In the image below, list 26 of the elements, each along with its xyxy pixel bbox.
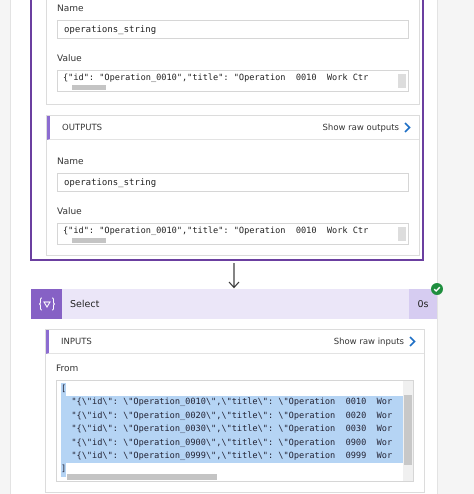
braces-filter-icon (31, 289, 62, 319)
show-raw-link[interactable]: Show raw inputs (334, 336, 416, 347)
text-field[interactable]: operations_string (57, 20, 409, 39)
text-field[interactable]: {"id": "Operation_0010","title": "Operation 0010 Work Ctr (57, 70, 409, 92)
scrollbar-thumb[interactable] (67, 474, 217, 480)
section-title: OUTPUTS (62, 122, 102, 132)
action-header[interactable]: Select 0s (31, 289, 437, 319)
action-title: Select (69, 298, 100, 312)
down-arrow-icon (228, 263, 240, 289)
text-area[interactable] (56, 380, 414, 482)
chevron-right-icon (404, 122, 411, 133)
chevron-right-icon (409, 336, 416, 347)
section-title: INPUTS (61, 336, 92, 346)
show-raw-link[interactable]: Show raw outputs (322, 122, 411, 133)
scrollbar-thumb[interactable] (72, 238, 106, 243)
field-label: From (56, 364, 80, 374)
text-field[interactable]: operations_string (57, 173, 409, 192)
scrollbar-thumb[interactable] (404, 395, 412, 465)
scrollbar-thumb[interactable] (72, 85, 106, 90)
text-field[interactable]: {"id": "Operation_0010","title": "Operation 0010 Work Ctr (57, 223, 409, 245)
field-label: Value (57, 54, 83, 64)
vertical-scrollbar[interactable] (403, 381, 413, 481)
duration-label: 0s (409, 289, 437, 319)
field-label: Name (57, 4, 85, 14)
field-label: Name (57, 157, 85, 167)
field-label: Value (57, 207, 83, 217)
